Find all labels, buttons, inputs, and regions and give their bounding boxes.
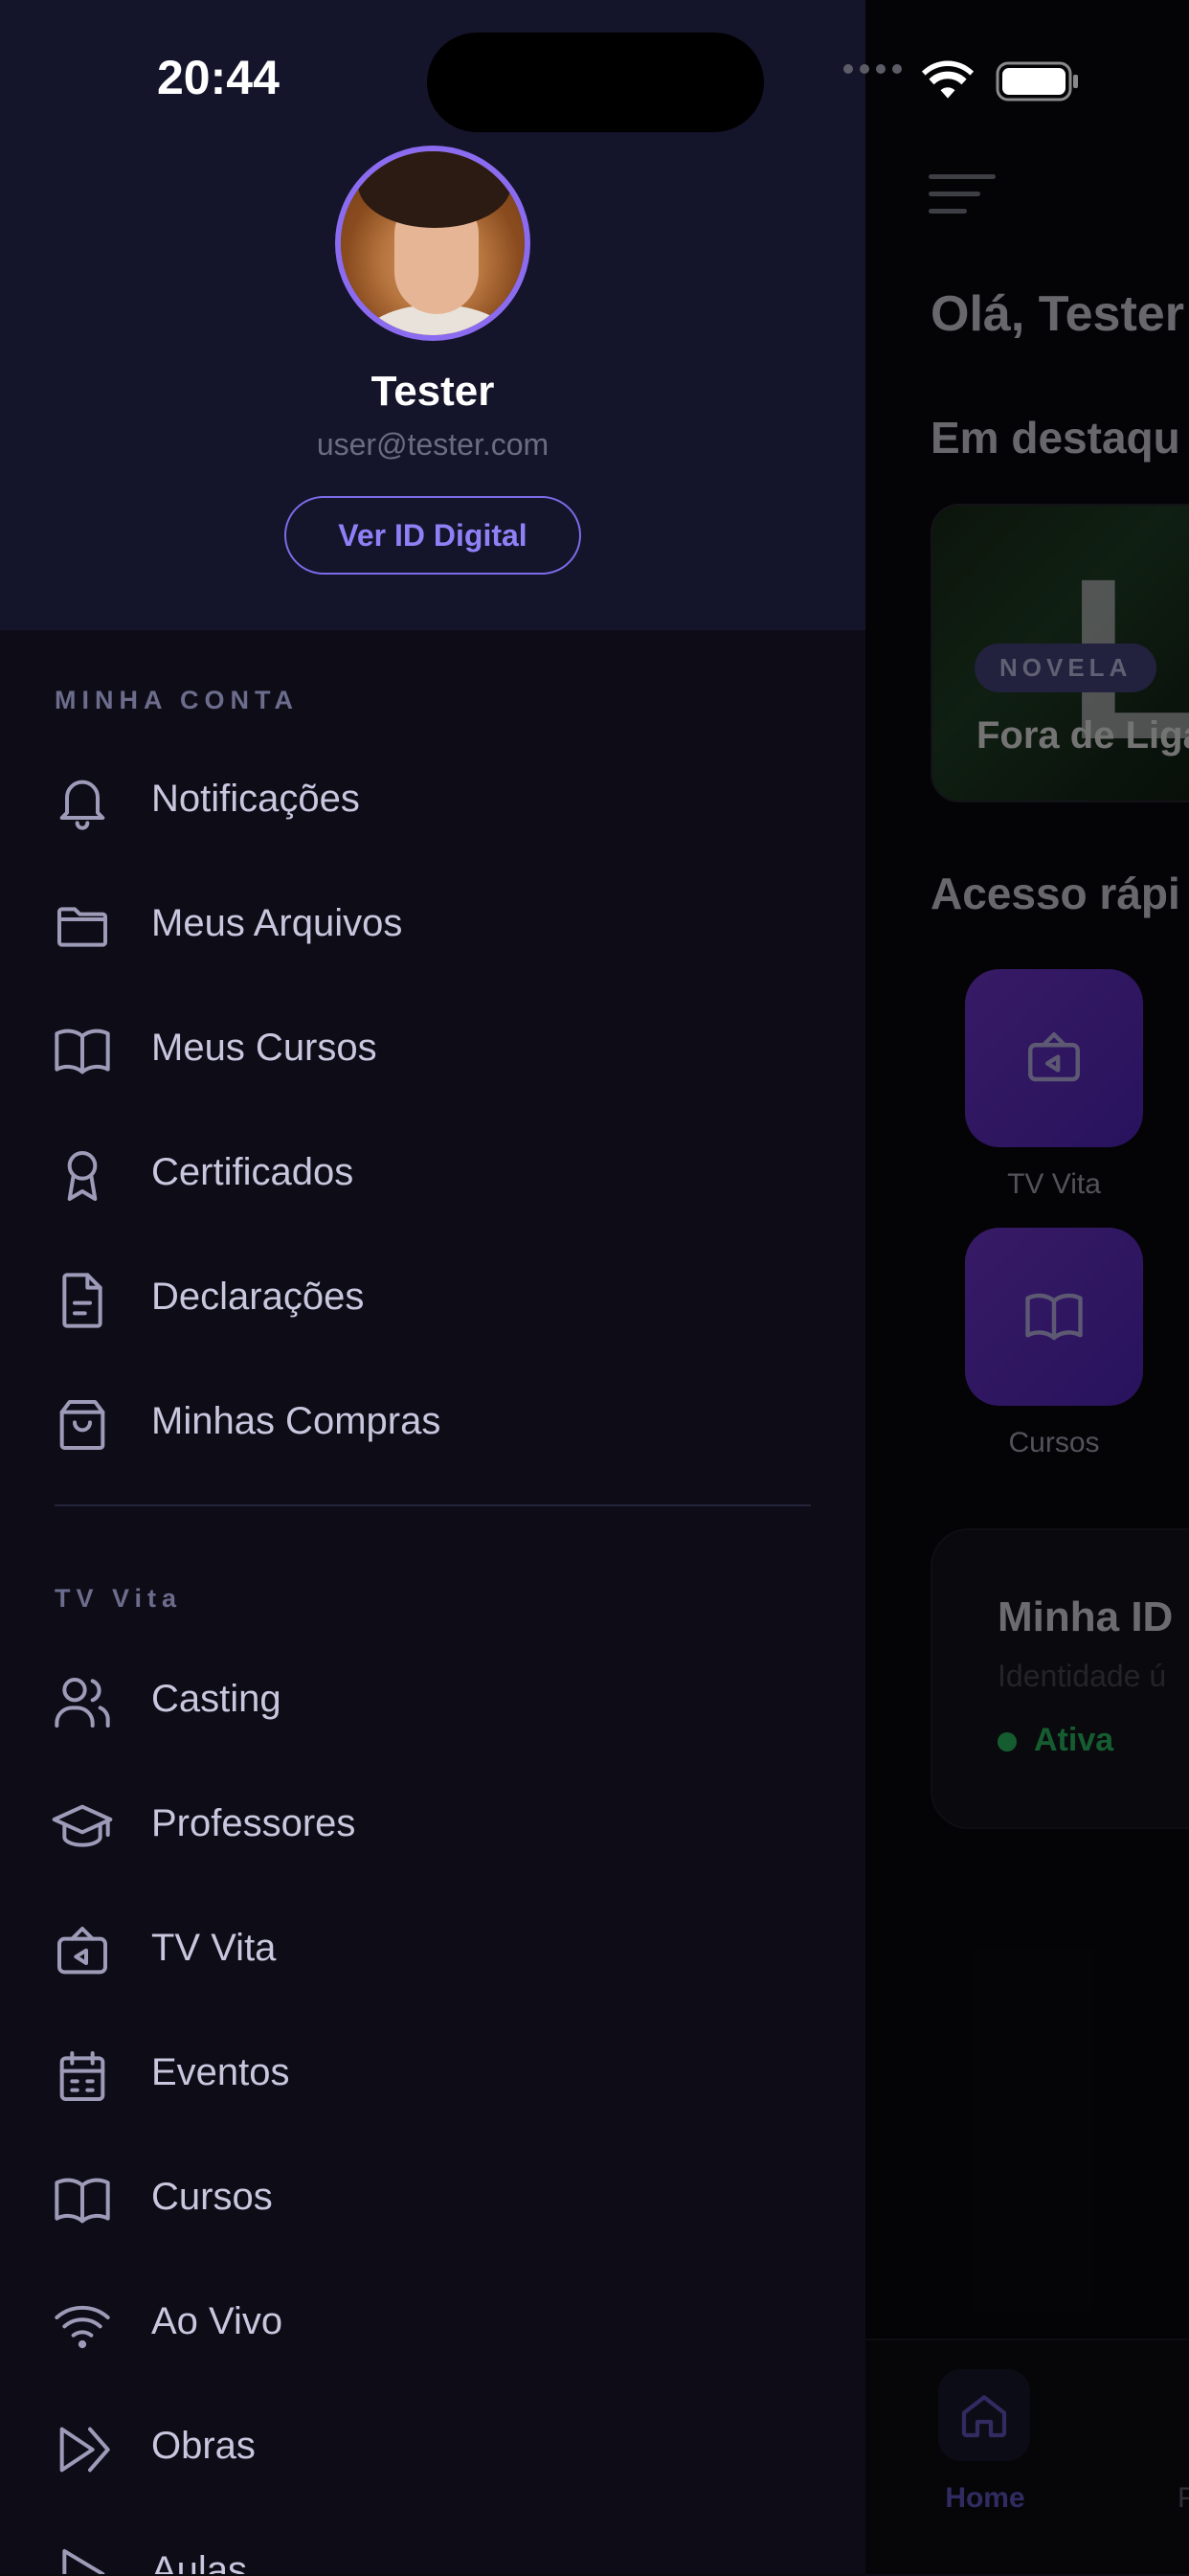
menu-item-professores[interactable]: Professores: [0, 1775, 865, 1871]
menu-item-label: Professores: [151, 1802, 356, 1844]
tab-next-label[interactable]: P: [1178, 2482, 1189, 2515]
users-icon: [55, 1678, 110, 1728]
graduation-cap-icon: [52, 1804, 113, 1847]
id-card-status: Ativa: [998, 1722, 1113, 1759]
featured-badge: NOVELA: [975, 644, 1157, 692]
calendar-icon: [59, 2051, 105, 2101]
menu-item-label: Eventos: [151, 2051, 290, 2093]
menu-item-label: Ao Vivo: [151, 2300, 283, 2342]
menu-item-ao-vivo[interactable]: Ao Vivo: [0, 2273, 865, 2369]
side-drawer: 20:44 Tester user@tester.com Ver ID Digi…: [0, 0, 865, 2574]
menu-icon[interactable]: [929, 174, 996, 216]
id-card-subtitle: Identidade ú: [998, 1659, 1167, 1693]
menu-item-label: TV Vita: [151, 1927, 277, 1969]
wifi-status-icon: [921, 59, 975, 102]
folder-icon: [57, 907, 107, 947]
section-label-minha-conta: MINHA CONTA: [55, 686, 299, 714]
id-card-title: Minha ID: [998, 1593, 1174, 1640]
award-icon: [67, 1151, 98, 1201]
quick-access-label: TV Vita: [1007, 1168, 1101, 1200]
home-icon: [961, 2395, 1007, 2438]
quick-access-tv-vita[interactable]: [965, 969, 1143, 1147]
menu-item-label: Minhas Compras: [151, 1400, 441, 1442]
menu-item-label: Aulas: [151, 2549, 248, 2574]
menu-item-meus-cursos[interactable]: Meus Cursos: [0, 1000, 865, 1096]
tab-bar: Home P: [865, 2339, 1189, 2576]
view-digital-id-button[interactable]: Ver ID Digital: [284, 496, 581, 575]
book-icon: [55, 2178, 110, 2224]
featured-title: Fora de Liga: [976, 714, 1189, 757]
tab-home[interactable]: [938, 2369, 1030, 2461]
section-divider: [55, 1504, 811, 1506]
user-name: Tester: [370, 368, 495, 415]
quick-access-title: Acesso rápi: [931, 869, 1180, 918]
shopping-bag-icon: [59, 1400, 105, 1450]
document-icon: [62, 1273, 102, 1328]
wifi-icon: [55, 2305, 110, 2349]
user-email: user@tester.com: [316, 427, 550, 462]
menu-item-casting[interactable]: Casting: [0, 1651, 865, 1747]
tab-home-label[interactable]: Home: [904, 2482, 1066, 2515]
section-label-tv-vita: TV Vita: [55, 1584, 183, 1613]
menu-item-eventos[interactable]: Eventos: [0, 2024, 865, 2120]
menu-item-declaracoes[interactable]: Declarações: [0, 1249, 865, 1344]
menu-item-obras[interactable]: Obras: [0, 2398, 865, 2494]
avatar[interactable]: [335, 146, 530, 341]
dynamic-island: [427, 33, 764, 132]
greeting: Olá, Tester: [931, 286, 1184, 342]
menu-item-certificados[interactable]: Certificados: [0, 1124, 865, 1220]
menu-item-cursos[interactable]: Cursos: [0, 2149, 865, 2245]
featured-section-title: Em destaqu: [931, 413, 1180, 463]
bell-icon: [59, 780, 105, 830]
tv-icon: [57, 1927, 107, 1975]
menu-item-label: Obras: [151, 2425, 256, 2467]
menu-item-notificacoes[interactable]: Notificações: [0, 751, 865, 847]
featured-card[interactable]: L NOVELA Fora de Liga: [931, 504, 1189, 802]
menu-item-label: Meus Arquivos: [151, 902, 403, 944]
digital-id-card[interactable]: Minha ID Identidade ú Ativa: [931, 1528, 1189, 1829]
menu-item-label: Declarações: [151, 1276, 365, 1318]
play-icon: [62, 2549, 105, 2574]
cellular-signal-icon: [842, 63, 904, 75]
menu-item-label: Notificações: [151, 778, 360, 820]
battery-icon: [996, 61, 1080, 102]
book-icon: [55, 1028, 110, 1074]
tv-icon: [1028, 1032, 1080, 1082]
menu-item-label: Meus Cursos: [151, 1027, 377, 1069]
menu-item-minhas-compras[interactable]: Minhas Compras: [0, 1373, 865, 1469]
play-forward-icon: [59, 2427, 110, 2473]
menu-item-label: Cursos: [151, 2176, 273, 2218]
status-dot: [998, 1732, 1017, 1752]
status-time: 20:44: [157, 51, 280, 104]
menu-item-label: Casting: [151, 1678, 281, 1720]
menu-item-meus-arquivos[interactable]: Meus Arquivos: [0, 875, 865, 971]
book-icon: [1025, 1293, 1083, 1341]
menu-item-aulas[interactable]: Aulas: [0, 2522, 865, 2574]
menu-item-label: Certificados: [151, 1151, 354, 1193]
quick-access-label: Cursos: [1008, 1427, 1100, 1458]
quick-access-cursos[interactable]: [965, 1228, 1143, 1406]
menu-item-tv-vita[interactable]: TV Vita: [0, 1900, 865, 1996]
status-text: Ativa: [1034, 1722, 1114, 1758]
